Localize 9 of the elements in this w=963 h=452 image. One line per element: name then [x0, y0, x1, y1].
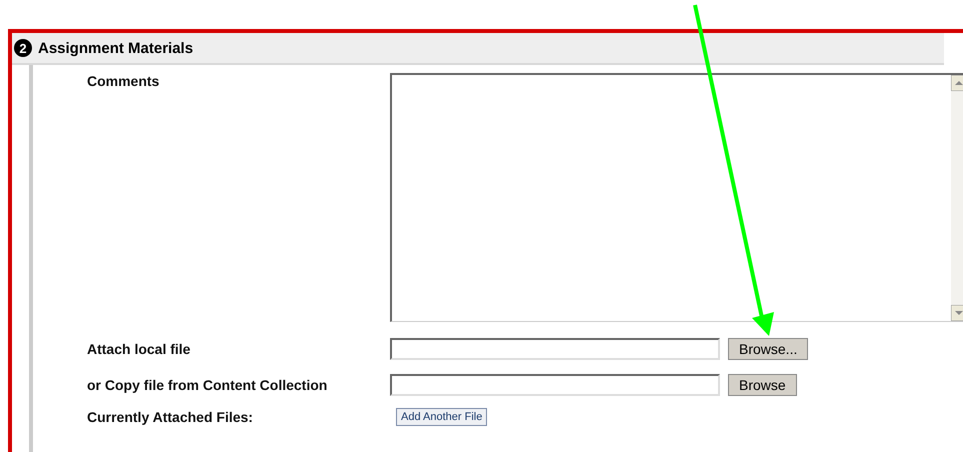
section-title: Assignment Materials	[38, 40, 194, 56]
step-number: 2	[14, 39, 32, 57]
field-label: Comments	[87, 73, 160, 89]
field-label: Attach local file	[87, 341, 192, 357]
field-label: Currently Attached Files:	[87, 409, 254, 425]
add-file-button[interactable]: Add Another File	[396, 408, 488, 426]
field-label: or Copy file from Content Collection	[87, 377, 328, 393]
browse-button[interactable]: Browse	[728, 374, 797, 396]
browse-button[interactable]: Browse...	[728, 338, 808, 360]
